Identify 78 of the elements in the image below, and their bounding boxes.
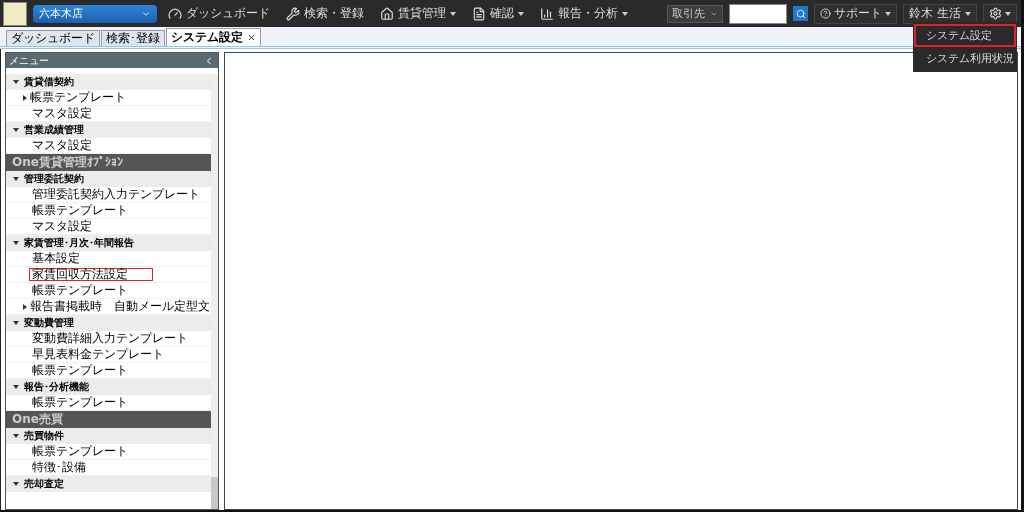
nav-menu-item[interactable]: 賃貸管理 <box>375 5 461 22</box>
help-icon <box>820 8 831 19</box>
menu-item[interactable]: マスタ設定 <box>29 139 93 152</box>
menu-item[interactable]: 特徴･設備 <box>29 461 87 474</box>
menu-item[interactable]: 早見表料金テンプレート <box>29 348 165 361</box>
logo <box>3 1 27 26</box>
caret-down-icon[interactable] <box>1005 10 1011 17</box>
group-label: 売買物件 <box>24 429 64 443</box>
nav-menu-item[interactable]: 報告・分析 <box>535 5 633 22</box>
caret-down-icon[interactable] <box>518 10 524 17</box>
menu-group-header[interactable]: 売却査定 <box>6 476 211 492</box>
tab[interactable]: 検索･登録 <box>101 30 165 46</box>
group-label: 家賃管理･月次･年間報告 <box>24 236 134 250</box>
menu-item[interactable]: 変動費詳細入力テンプレート <box>29 332 189 345</box>
caret-right-icon[interactable] <box>22 94 28 101</box>
group-label: 報告･分析機能 <box>24 380 89 394</box>
caret-down-icon[interactable] <box>965 10 971 17</box>
settings-button[interactable] <box>983 3 1017 24</box>
bar-chart-icon <box>540 6 554 21</box>
caret-right-icon[interactable] <box>22 303 28 310</box>
caret-down-icon[interactable] <box>13 127 19 133</box>
menu-item[interactable]: 家賃回収方法設定 <box>29 268 153 281</box>
menu-item[interactable]: 帳票テンプレート <box>29 396 129 409</box>
nav-menu-item[interactable]: ダッシュボード <box>163 5 275 22</box>
house-icon <box>380 6 394 21</box>
menu-group-header[interactable]: 家賃管理･月次･年間報告 <box>6 235 211 251</box>
support-button[interactable]: サポート <box>814 3 897 24</box>
group-label: 営業成績管理 <box>24 123 84 137</box>
caret-down-icon[interactable] <box>13 240 19 246</box>
menu-item[interactable]: マスタ設定 <box>29 107 93 120</box>
group-label: 賃貸借契約 <box>24 75 74 89</box>
menu-group-header[interactable]: 売買物件 <box>6 428 211 444</box>
nav-menu-item[interactable]: 検索・登録 <box>281 5 369 22</box>
caret-down-icon[interactable] <box>13 384 19 390</box>
menu-item[interactable]: 帳票テンプレート <box>29 445 129 458</box>
caret-down-icon[interactable] <box>13 176 19 182</box>
menu-group-header[interactable]: 賃貸借契約 <box>6 74 211 90</box>
menu-item[interactable]: 帳票テンプレート <box>29 284 129 297</box>
menu-item[interactable]: 管理委託契約入力テンプレート <box>29 188 201 201</box>
group-label: 管理委託契約 <box>24 172 84 186</box>
user-menu-button[interactable]: 鈴木 生活 <box>903 3 977 24</box>
document-icon <box>472 6 486 21</box>
menu-item[interactable]: 帳票テンプレート <box>29 204 129 217</box>
wrench-icon <box>286 6 300 21</box>
sidebar-title: メニュー <box>9 53 49 68</box>
menu-group-header[interactable]: 管理委託契約 <box>6 171 211 187</box>
settings-icon <box>989 7 1002 20</box>
menu-section-header: One売買 <box>6 411 211 428</box>
caret-down-icon[interactable] <box>885 10 891 17</box>
menu-item[interactable]: 帳票テンプレート <box>29 364 129 377</box>
nav-menu-item[interactable]: 確認 <box>467 5 529 22</box>
group-label: 売却査定 <box>24 477 64 491</box>
menu-item[interactable]: 帳票テンプレート <box>27 91 127 104</box>
tab[interactable]: システム設定 <box>166 28 261 46</box>
caret-down-icon[interactable] <box>450 10 456 17</box>
scrollbar[interactable] <box>211 74 218 509</box>
menu-group-header[interactable]: 報告･分析機能 <box>6 379 211 395</box>
menu-item[interactable]: システム利用状況 <box>914 47 1016 70</box>
caret-down-icon[interactable] <box>13 79 19 85</box>
search-field[interactable] <box>729 3 787 24</box>
menu-group-header[interactable]: 営業成績管理 <box>6 122 211 138</box>
group-label: 変動費管理 <box>24 316 74 330</box>
menu-group-header[interactable]: 変動費管理 <box>6 315 211 331</box>
close-icon[interactable] <box>247 33 256 42</box>
caret-down-icon[interactable] <box>13 320 19 326</box>
caret-down-icon[interactable] <box>13 433 19 439</box>
store-select[interactable]: 六本木店 <box>33 4 157 23</box>
search-scope-select[interactable]: 取引先 <box>667 4 723 23</box>
menu-item[interactable]: 基本設定 <box>29 252 81 265</box>
menu-section-header: One賃貸管理ｵﾌﾟｼｮﾝ <box>6 154 211 171</box>
menu-item[interactable]: マスタ設定 <box>29 220 93 233</box>
search-button[interactable] <box>793 6 808 21</box>
caret-down-icon[interactable] <box>622 10 628 17</box>
menu-item[interactable]: システム設定 <box>914 24 1016 47</box>
gauge-icon <box>168 6 182 21</box>
menu-item[interactable]: 報告書掲載時 自動メール定型文 <box>27 300 211 313</box>
caret-down-icon[interactable] <box>13 481 19 487</box>
tab[interactable]: ダッシュボード <box>6 30 100 46</box>
